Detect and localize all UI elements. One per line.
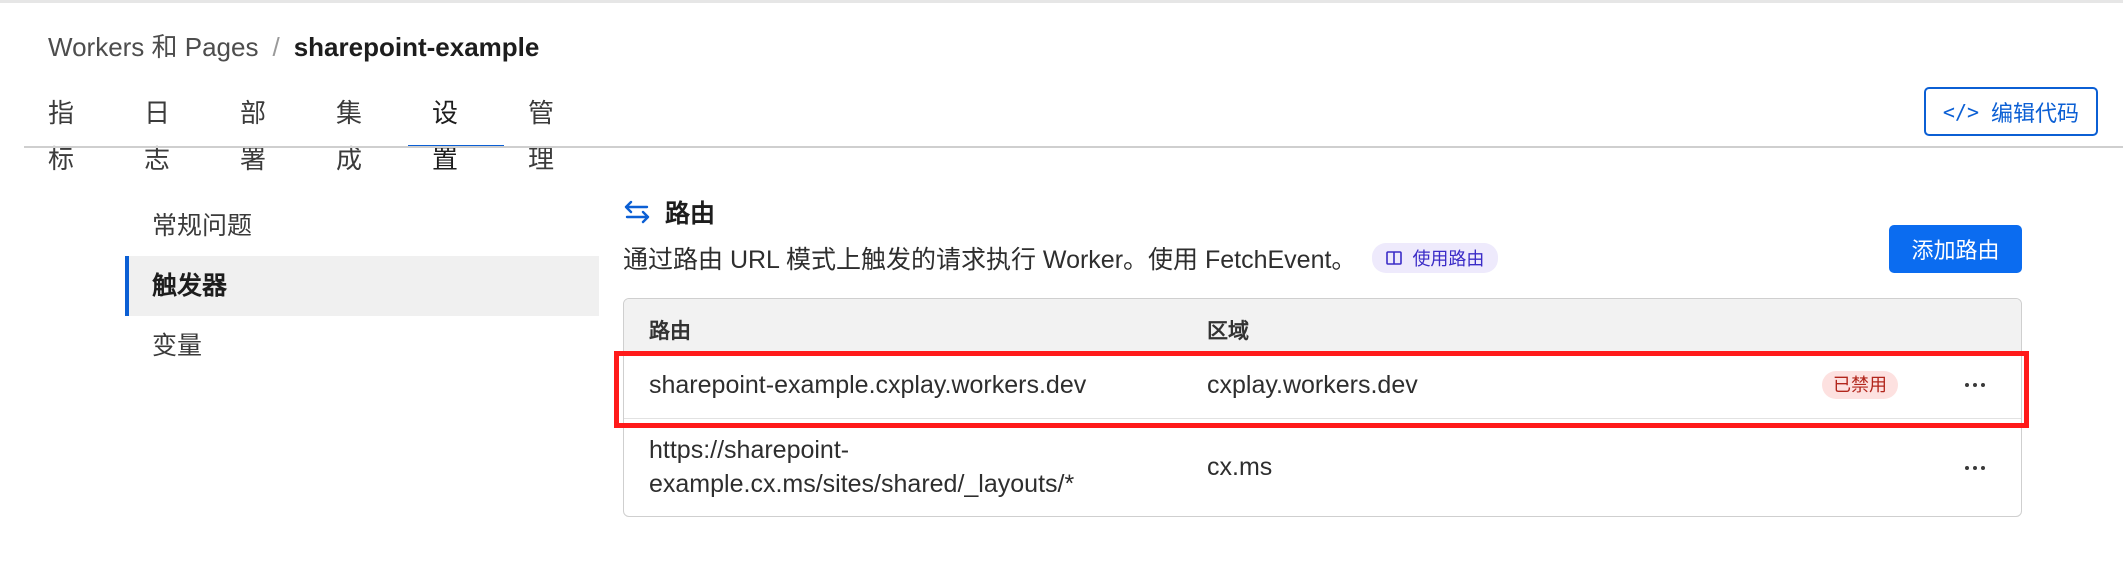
top-border	[0, 0, 2123, 3]
table-header: 路由 区域	[624, 299, 2021, 352]
routes-title-text: 路由	[665, 200, 716, 228]
add-route-button[interactable]: 添加路由	[1889, 225, 2022, 273]
more-horizontal-icon	[1965, 466, 1985, 470]
breadcrumb-current: sharepoint-example	[293, 32, 540, 62]
routes-description-text: 通过路由 URL 模式上触发的请求执行 Worker。使用 FetchEvent…	[623, 246, 1357, 274]
more-horizontal-icon	[1965, 383, 1985, 387]
table-row: sharepoint-example.cxplay.workers.dev cx…	[624, 352, 2021, 419]
route-cell-line2: example.cx.ms/sites/shared/_layouts/*	[649, 470, 1075, 498]
tab-divider	[24, 146, 2123, 148]
route-cell-line1: https://sharepoint-	[649, 436, 850, 464]
sidebar-item-variables[interactable]: 变量	[125, 316, 599, 376]
sidebar-item-triggers[interactable]: 触发器	[125, 256, 599, 316]
routes-section-title: 路由	[623, 194, 715, 230]
routes-description: 通过路由 URL 模式上触发的请求执行 Worker。使用 FetchEvent…	[623, 240, 1499, 276]
row-more-options-button[interactable]	[1958, 456, 1992, 480]
routes-table: 路由 区域 sharepoint-example.cxplay.workers.…	[623, 298, 2022, 517]
status-badge: 已禁用	[1822, 371, 1898, 399]
routes-icon	[624, 200, 650, 224]
tab-deployments[interactable]: 部署	[216, 90, 312, 174]
column-header-zone: 区域	[1207, 320, 1249, 343]
breadcrumb-root-link[interactable]: Workers 和 Pages	[48, 28, 258, 66]
route-cell: sharepoint-example.cxplay.workers.dev	[649, 371, 1087, 399]
tab-manage[interactable]: 管理	[504, 90, 600, 174]
code-icon: </>	[1942, 99, 1980, 124]
use-routes-doc-label: 使用路由	[1412, 249, 1485, 269]
zone-cell: cx.ms	[1207, 453, 1273, 481]
breadcrumb: Workers 和 Pages / sharepoint-example	[48, 28, 539, 66]
breadcrumb-separator: /	[272, 32, 280, 62]
table-row: https://sharepoint- example.cx.ms/sites/…	[624, 419, 2021, 516]
tab-bar: 指标 日志 部署 集成 设置 管理	[24, 90, 600, 174]
use-routes-doc-link[interactable]: 使用路由	[1372, 243, 1499, 273]
tab-metrics[interactable]: 指标	[24, 90, 120, 174]
row-more-options-button[interactable]	[1958, 373, 1992, 397]
edit-code-label: 编辑代码	[1991, 100, 2080, 126]
zone-cell: cxplay.workers.dev	[1207, 371, 1418, 399]
tab-settings[interactable]: 设置	[408, 90, 504, 174]
column-header-route: 路由	[649, 320, 691, 343]
edit-code-button[interactable]: </> 编辑代码	[1924, 87, 2098, 136]
book-icon	[1386, 251, 1403, 265]
settings-sidebar: 常规问题 触发器 变量	[125, 196, 599, 376]
sidebar-item-general[interactable]: 常规问题	[125, 196, 599, 256]
route-cell: https://sharepoint- example.cx.ms/sites/…	[649, 433, 1074, 501]
tab-integrations[interactable]: 集成	[312, 90, 408, 174]
tab-logs[interactable]: 日志	[120, 90, 216, 174]
